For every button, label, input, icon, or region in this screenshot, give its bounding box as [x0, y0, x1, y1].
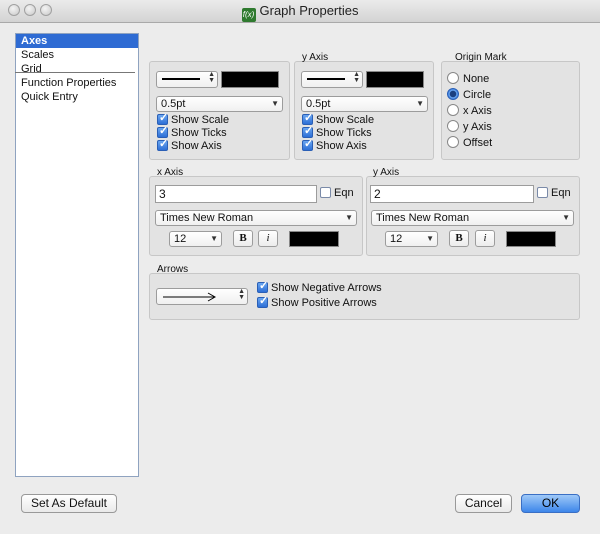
origin-circle-label: Circle [463, 89, 492, 101]
y-axis-style-label: y Axis [302, 52, 329, 63]
cancel-button[interactable]: Cancel [455, 494, 512, 513]
checkbox-checked-icon [257, 280, 268, 293]
chevron-down-icon: ▼ [271, 99, 279, 108]
show-positive-arrows-label: Show Positive Arrows [271, 297, 377, 309]
x-axis-color-swatch[interactable] [221, 71, 279, 88]
x-axis-font-size-value: 12 [174, 233, 187, 245]
x-axis-thickness-value: 0.5pt [161, 98, 186, 110]
origin-offset-label: Offset [463, 137, 493, 149]
origin-y-axis-label: y Axis [463, 121, 492, 133]
y-axis-label-title: y Axis [373, 167, 400, 178]
checkbox-checked-icon [302, 125, 313, 138]
origin-y-axis-radio[interactable]: y Axis [447, 120, 492, 133]
solid-line-icon [307, 78, 345, 80]
y-axis-font-size-select[interactable]: 12 ▼ [385, 231, 438, 247]
title-bar: f(x) Graph Properties [0, 0, 600, 23]
selection-tooltip-line [15, 46, 135, 73]
arrow-right-icon [163, 292, 217, 302]
y-axis-label-input[interactable]: 2 [370, 185, 534, 203]
radio-off-icon [447, 136, 459, 148]
chevron-updown-icon: ▲ ▼ [238, 288, 245, 301]
sidebar-item-quick-entry[interactable]: Quick Entry [16, 90, 138, 104]
y-axis-font-select[interactable]: Times New Roman ▼ [371, 210, 574, 226]
chevron-down-icon: ▼ [562, 213, 570, 222]
x-axis-font-size-select[interactable]: 12 ▼ [169, 231, 222, 247]
app-icon: f(x) [241, 8, 256, 22]
chevron-down-icon: ▼ [426, 234, 434, 243]
arrow-style-select[interactable]: ▲ ▼ [156, 288, 248, 305]
checkbox-checked-icon [157, 138, 168, 151]
checkbox-unchecked-icon [320, 187, 331, 198]
checkbox-checked-icon [302, 138, 313, 151]
y-axis-font-size-value: 12 [390, 233, 403, 245]
checkbox-checked-icon [257, 295, 268, 308]
y-axis-font-value: Times New Roman [376, 212, 470, 224]
checkbox-checked-icon [157, 112, 168, 125]
y-axis-label-value: 2 [374, 187, 381, 201]
chevron-updown-icon: ▲ ▼ [208, 71, 215, 84]
checkbox-unchecked-icon [537, 187, 548, 198]
x-axis-label-value: 3 [159, 187, 166, 201]
set-as-default-button[interactable]: Set As Default [21, 494, 117, 513]
chevron-down-icon: ▼ [345, 213, 353, 222]
x-axis-show-axis-checkbox[interactable]: Show Axis [157, 138, 222, 153]
origin-offset-radio[interactable]: Offset [447, 136, 492, 149]
show-positive-arrows-checkbox[interactable]: Show Positive Arrows [257, 295, 377, 310]
show-negative-arrows-label: Show Negative Arrows [271, 282, 382, 294]
origin-x-axis-label: x Axis [463, 105, 492, 117]
origin-none-radio[interactable]: None [447, 72, 489, 85]
radio-off-icon [447, 72, 459, 84]
show-negative-arrows-checkbox[interactable]: Show Negative Arrows [257, 280, 382, 295]
checkbox-checked-icon [302, 112, 313, 125]
y-axis-thickness-select[interactable]: 0.5pt ▼ [301, 96, 428, 112]
chevron-down-icon: ▼ [416, 99, 424, 108]
window-title-container: f(x) Graph Properties [0, 3, 600, 22]
y-axis-eqn-checkbox[interactable]: Eqn [537, 187, 571, 200]
y-axis-show-axis-label: Show Axis [316, 140, 367, 152]
window-title: Graph Properties [259, 3, 359, 18]
y-axis-italic-button[interactable]: i [475, 230, 495, 247]
x-axis-eqn-checkbox[interactable]: Eqn [320, 187, 354, 200]
chevron-updown-icon: ▲ ▼ [353, 71, 360, 84]
y-axis-line-style-select[interactable]: ▲ ▼ [301, 71, 363, 88]
solid-line-icon [162, 78, 200, 80]
origin-mark-label: Origin Mark [455, 52, 507, 63]
arrows-label: Arrows [157, 264, 189, 275]
chevron-down-icon: ▼ [210, 234, 218, 243]
y-axis-show-ticks-label: Show Ticks [316, 127, 372, 139]
radio-off-icon [447, 104, 459, 116]
x-axis-italic-button[interactable]: i [258, 230, 278, 247]
x-axis-label-input[interactable]: 3 [155, 185, 317, 203]
checkbox-checked-icon [157, 125, 168, 138]
origin-circle-radio[interactable]: Circle [447, 88, 491, 101]
x-axis-show-scale-label: Show Scale [171, 114, 230, 126]
ok-button[interactable]: OK [521, 494, 580, 513]
x-axis-show-ticks-label: Show Ticks [171, 127, 227, 139]
sidebar-item-function-properties[interactable]: Function Properties [16, 76, 138, 90]
x-axis-thickness-select[interactable]: 0.5pt ▼ [156, 96, 283, 112]
y-axis-eqn-label: Eqn [551, 187, 571, 199]
y-axis-thickness-value: 0.5pt [306, 98, 331, 110]
y-axis-label-color-swatch[interactable] [506, 231, 556, 247]
origin-none-label: None [463, 73, 490, 85]
y-axis-bold-button[interactable]: B [449, 230, 469, 247]
y-axis-show-scale-label: Show Scale [316, 114, 375, 126]
x-axis-eqn-label: Eqn [334, 187, 354, 199]
radio-on-icon [447, 88, 459, 100]
x-axis-show-axis-label: Show Axis [171, 140, 222, 152]
category-list[interactable]: Axes Scales Grid Function Properties Qui… [15, 33, 139, 477]
x-axis-font-select[interactable]: Times New Roman ▼ [155, 210, 357, 226]
x-axis-font-value: Times New Roman [160, 212, 254, 224]
y-axis-color-swatch[interactable] [366, 71, 424, 88]
x-axis-label-color-swatch[interactable] [289, 231, 339, 247]
radio-off-icon [447, 120, 459, 132]
x-axis-bold-button[interactable]: B [233, 230, 253, 247]
origin-x-axis-radio[interactable]: x Axis [447, 104, 492, 117]
y-axis-show-axis-checkbox[interactable]: Show Axis [302, 138, 367, 153]
x-axis-label-title: x Axis [157, 167, 184, 178]
x-axis-line-style-select[interactable]: ▲ ▼ [156, 71, 218, 88]
